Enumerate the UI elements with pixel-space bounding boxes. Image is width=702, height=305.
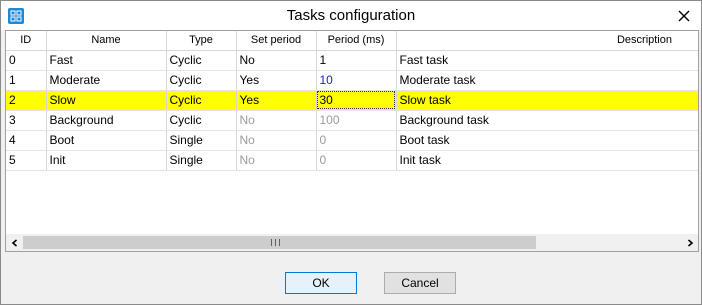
cell-id[interactable]: 3 [6,110,47,131]
cell-id[interactable]: 0 [6,50,47,71]
scroll-right-button[interactable] [681,234,698,251]
chevron-left-icon [11,238,17,247]
cell-type[interactable]: Cyclic [166,110,237,131]
column-header-description[interactable]: Description [396,31,698,51]
cell-description[interactable]: Moderate task [396,70,698,91]
table-row[interactable]: 0 Fast Cyclic No 1 Fast task [6,50,698,71]
column-header-name[interactable]: Name [46,31,167,51]
chevron-right-icon [687,238,693,247]
cell-name[interactable]: Init [46,150,167,171]
dialog-title: Tasks configuration [286,7,416,24]
cell-type[interactable]: Single [166,150,237,171]
column-header-id[interactable]: ID [6,31,47,51]
close-button[interactable] [667,1,701,30]
column-header-period[interactable]: Period (ms) [316,31,397,51]
table-row-selected[interactable]: 2 Slow Cyclic Yes 30 Slow task [6,90,698,111]
cell-set-period[interactable]: Yes [236,90,317,111]
cell-description[interactable]: Init task [396,150,698,171]
ok-button[interactable]: OK [285,272,357,294]
scrollbar-thumb[interactable] [23,236,536,249]
cell-description[interactable]: Boot task [396,130,698,151]
column-header-set-period[interactable]: Set period [236,31,317,51]
cell-period[interactable]: 0 [316,150,397,171]
horizontal-scrollbar[interactable] [6,234,698,251]
scroll-left-button[interactable] [6,234,23,251]
tasks-configuration-dialog: Tasks configuration ID Name Type Set per… [0,0,702,305]
cell-type[interactable]: Single [166,130,237,151]
cell-name[interactable]: Background [46,110,167,131]
cancel-button[interactable]: Cancel [384,272,456,294]
scrollbar-grip-icon [271,239,280,246]
table-row[interactable]: 4 Boot Single No 0 Boot task [6,130,698,151]
table-row[interactable]: 3 Background Cyclic No 100 Background ta… [6,110,698,131]
cell-set-period[interactable]: No [236,130,317,151]
title-bar: Tasks configuration [1,1,701,30]
cell-set-period[interactable]: No [236,150,317,171]
table-row[interactable]: 5 Init Single No 0 Init task [6,150,698,171]
cell-description[interactable]: Fast task [396,50,698,71]
cell-name[interactable]: Moderate [46,70,167,91]
cell-id[interactable]: 1 [6,70,47,91]
cell-period[interactable]: 100 [316,110,397,131]
cell-period[interactable]: 10 [316,70,397,91]
cell-name[interactable]: Fast [46,50,167,71]
cell-period[interactable]: 0 [316,130,397,151]
table-header-row: ID Name Type Set period Period (ms) Desc… [6,31,698,51]
cell-id[interactable]: 5 [6,150,47,171]
cell-name[interactable]: Boot [46,130,167,151]
cell-type[interactable]: Cyclic [166,90,237,111]
cell-id[interactable]: 2 [6,90,47,111]
cell-name[interactable]: Slow [46,90,167,111]
cell-type[interactable]: Cyclic [166,70,237,91]
cell-set-period[interactable]: Yes [236,70,317,91]
table-row[interactable]: 1 Moderate Cyclic Yes 10 Moderate task [6,70,698,91]
close-icon [678,10,690,21]
cell-id[interactable]: 4 [6,130,47,151]
column-header-type[interactable]: Type [166,31,237,51]
tasks-table-container: ID Name Type Set period Period (ms) Desc… [5,30,699,252]
cell-description[interactable]: Background task [396,110,698,131]
cell-set-period[interactable]: No [236,50,317,71]
tasks-table: ID Name Type Set period Period (ms) Desc… [6,31,698,171]
cell-period[interactable]: 1 [316,50,397,71]
cell-type[interactable]: Cyclic [166,50,237,71]
cell-description[interactable]: Slow task [396,90,698,111]
cell-set-period[interactable]: No [236,110,317,131]
cell-period-editing[interactable]: 30 [316,90,397,111]
